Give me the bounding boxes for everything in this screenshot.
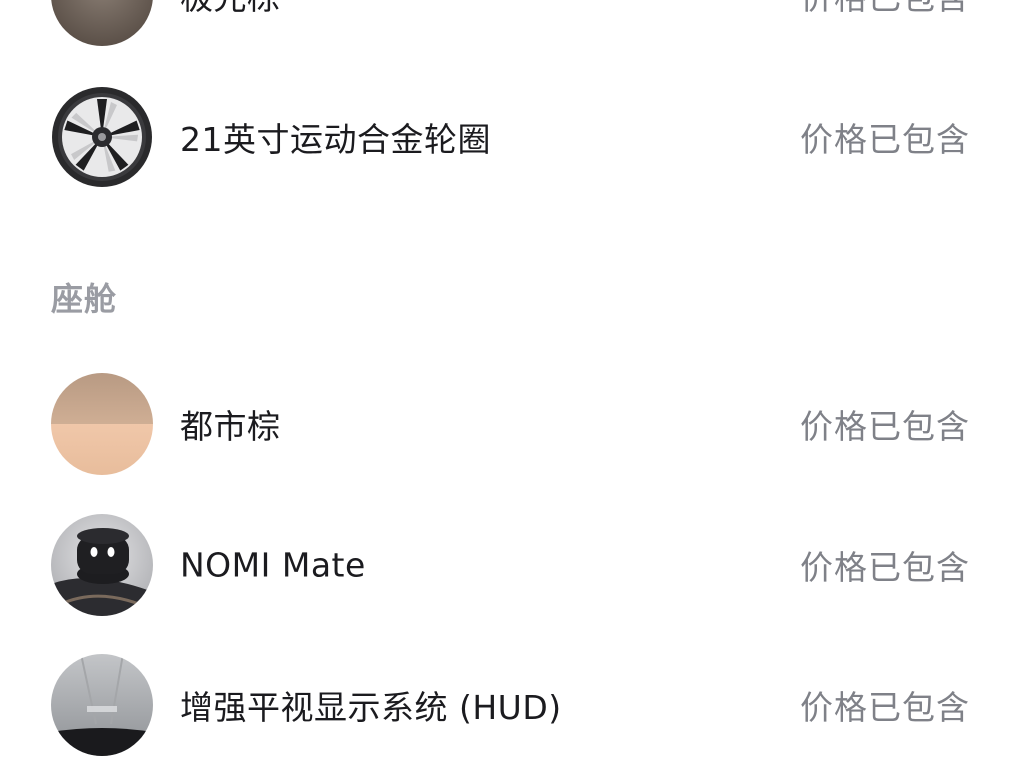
option-status: 价格已包含 bbox=[800, 407, 970, 446]
nomi-mate-icon bbox=[51, 514, 153, 616]
option-name: 21英寸运动合金轮圈 bbox=[180, 120, 491, 159]
option-name: 极光棕 bbox=[180, 0, 281, 19]
alloy-wheel-icon bbox=[51, 86, 153, 188]
aurora-brown-swatch-icon bbox=[51, 0, 153, 46]
option-name: NOMI Mate bbox=[180, 545, 366, 585]
option-name: 增强平视显示系统 (HUD) bbox=[180, 688, 562, 727]
option-row-aurora-brown[interactable]: 极光棕 价格已包含 bbox=[0, 0, 1024, 46]
option-status: 价格已包含 bbox=[800, 688, 970, 727]
option-status: 价格已包含 bbox=[800, 0, 970, 19]
section-title-cabin: 座舱 bbox=[51, 280, 118, 318]
option-status: 价格已包含 bbox=[800, 120, 970, 159]
option-row-urban-brown[interactable]: 都市棕 价格已包含 bbox=[0, 373, 1024, 475]
option-row-alloy-wheel[interactable]: 21英寸运动合金轮圈 价格已包含 bbox=[0, 86, 1024, 188]
option-name: 都市棕 bbox=[180, 407, 281, 446]
option-status: 价格已包含 bbox=[800, 548, 970, 587]
vehicle-config-list: 极光棕 价格已包含 bbox=[0, 0, 1024, 768]
option-row-hud[interactable]: 增强平视显示系统 (HUD) 价格已包含 bbox=[0, 654, 1024, 756]
option-row-nomi-mate[interactable]: NOMI Mate 价格已包含 bbox=[0, 514, 1024, 616]
hud-icon bbox=[51, 654, 153, 756]
urban-brown-swatch-icon bbox=[51, 373, 153, 475]
